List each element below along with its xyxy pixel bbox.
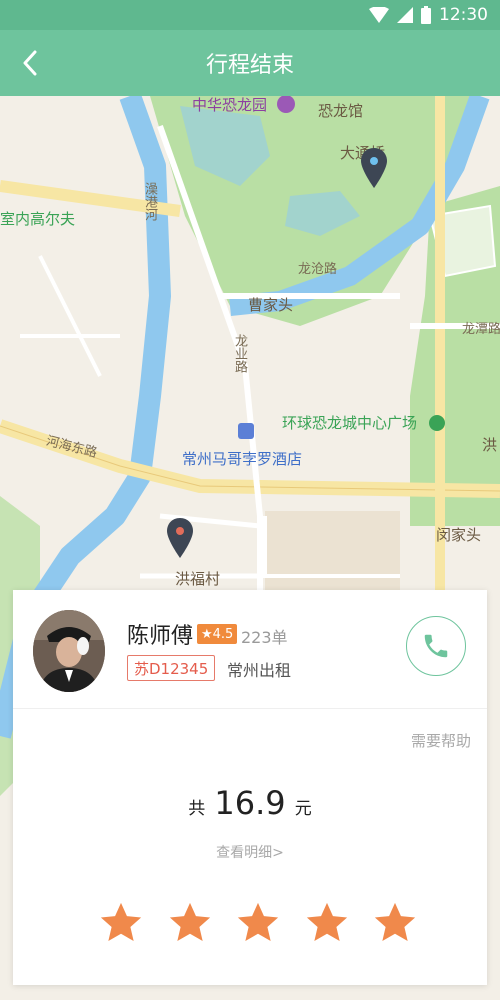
map-label-hotel: 常州马哥孛罗酒店 [182, 450, 303, 468]
map-label-hongfucun: 洪福村 [175, 570, 221, 588]
map-label-caojiatou: 曹家头 [248, 296, 294, 314]
driver-avatar [33, 610, 105, 692]
map-label-park: 中华恐龙园 [192, 96, 268, 114]
need-help-link[interactable]: 需要帮助 [411, 730, 471, 751]
app-header: 行程结束 [0, 30, 500, 96]
driver-name: 陈师傅 [127, 624, 194, 649]
battery-icon [421, 6, 431, 24]
star-icon-1[interactable] [98, 900, 144, 946]
star-icon-3[interactable] [235, 900, 281, 946]
map-label-longcang-road: 龙沧路 [298, 262, 338, 277]
star-icon-2[interactable] [167, 900, 213, 946]
map-label-longye-road: 龙业路 [232, 334, 247, 373]
wifi-icon [369, 7, 389, 23]
status-bar: 12:30 [0, 0, 500, 30]
call-driver-button[interactable] [406, 616, 466, 676]
hotel-poi-icon [238, 423, 254, 439]
fare-amount: 16.9 [214, 784, 286, 822]
back-button[interactable] [14, 47, 46, 79]
map-label-golf: 室内高尔夫 [0, 210, 76, 228]
view-details-link[interactable]: 查看明细> [13, 842, 487, 862]
driver-rating-badge: ★4.5 [197, 624, 238, 644]
park-poi-icon [277, 96, 295, 113]
rating-stars [98, 900, 418, 946]
map-label-dino-hall: 恐龙馆 [318, 102, 364, 120]
star-icon-4[interactable] [304, 900, 350, 946]
signal-icon [397, 7, 413, 23]
phone-icon [424, 634, 448, 658]
trip-summary-card: 陈师傅 ★4.5 223单 苏D12345 常州出租 需要帮助 共 16.9 元… [13, 590, 487, 985]
fare-total: 共 16.9 元 [13, 784, 487, 822]
map-label-longtan-road: 龙潭路 [462, 322, 500, 337]
chevron-left-icon [23, 50, 37, 76]
fare-prefix: 共 [188, 799, 206, 819]
destination-pin-icon[interactable] [361, 148, 387, 188]
star-icon-5[interactable] [372, 900, 418, 946]
map-label-river: 澡港河 [142, 182, 157, 221]
page-title: 行程结束 [205, 53, 294, 78]
map-label-minjiatou: 闵家头 [436, 526, 482, 544]
origin-pin-icon[interactable] [167, 518, 193, 558]
plaza-poi-icon [429, 415, 445, 431]
map-label-hong: 洪 [482, 436, 498, 454]
map-label-plaza: 环球恐龙城中心广场 [282, 414, 418, 432]
license-plate: 苏D12345 [127, 655, 216, 681]
fare-unit: 元 [294, 799, 312, 819]
status-time: 12:30 [439, 5, 488, 25]
driver-order-count: 223单 [241, 628, 288, 647]
taxi-company: 常州出租 [227, 661, 292, 680]
card-divider [13, 708, 487, 709]
